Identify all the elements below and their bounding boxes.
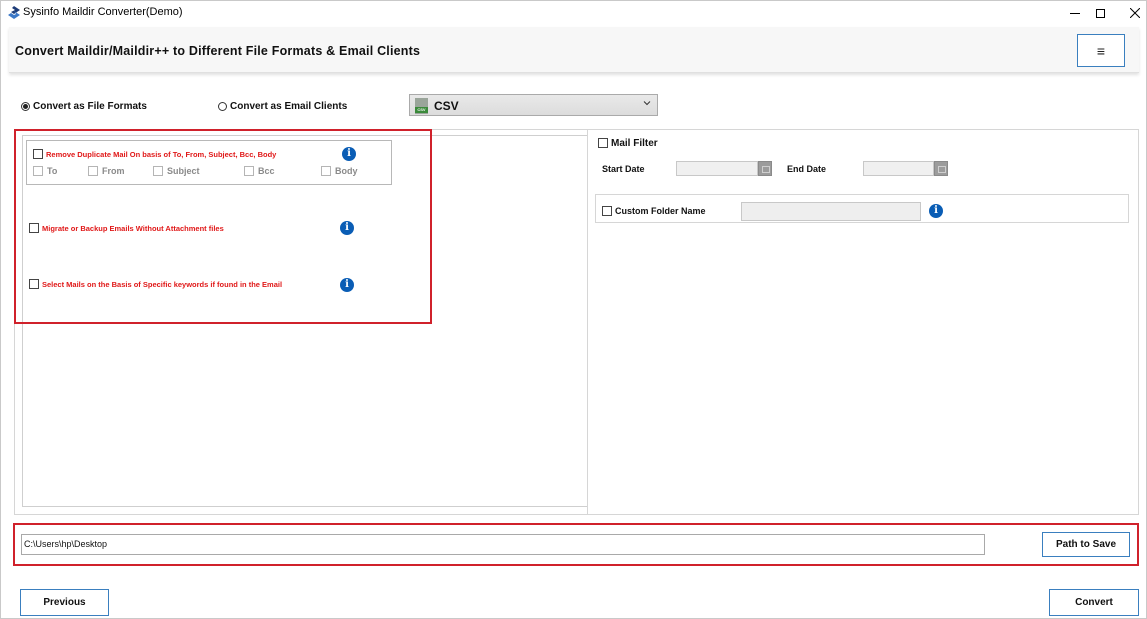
format-dropdown-value: CSV (434, 99, 459, 113)
radio-button-selected[interactable] (21, 102, 30, 111)
save-path-input[interactable]: C:\Users\hp\Desktop (21, 534, 985, 555)
start-date-field[interactable] (676, 161, 758, 176)
chevron-down-icon (643, 101, 651, 106)
close-button[interactable] (1117, 1, 1147, 25)
custom-folder-checkbox[interactable] (602, 206, 612, 216)
end-date-label: End Date (787, 164, 827, 174)
hamburger-icon: ≡ (1096, 42, 1106, 59)
calendar-icon[interactable] (934, 161, 948, 176)
maximize-button[interactable] (1082, 1, 1118, 25)
convert-button[interactable]: Convert (1049, 589, 1139, 616)
filter-panel (587, 130, 1138, 514)
close-icon (1130, 8, 1140, 18)
radio-button[interactable] (218, 102, 227, 111)
options-highlight-box (14, 129, 432, 324)
mail-filter-label: Mail Filter (611, 138, 658, 149)
title-bar: Sysinfo Maildir Converter(Demo) (1, 1, 1146, 25)
csv-file-icon: CSV (415, 98, 428, 114)
calendar-icon[interactable] (758, 161, 772, 176)
menu-button[interactable]: ≡ (1077, 34, 1125, 67)
custom-folder-input[interactable] (741, 202, 921, 221)
maximize-icon (1095, 8, 1105, 18)
app-header: Convert Maildir/Maildir++ to Different F… (9, 27, 1139, 73)
custom-folder-label: Custom Folder Name (615, 206, 706, 216)
path-to-save-button[interactable]: Path to Save (1042, 532, 1130, 557)
file-formats-label: Convert as File Formats (33, 101, 147, 112)
start-date-label: Start Date (602, 164, 645, 174)
page-title: Convert Maildir/Maildir++ to Different F… (15, 44, 421, 58)
minimize-icon (1070, 12, 1080, 14)
info-icon[interactable]: i (929, 204, 943, 218)
convert-as-file-formats-radio[interactable]: Convert as File Formats (21, 101, 147, 112)
previous-button[interactable]: Previous (20, 589, 109, 616)
email-clients-label: Convert as Email Clients (230, 101, 348, 112)
app-window: Sysinfo Maildir Converter(Demo) Convert … (0, 0, 1147, 619)
end-date-field[interactable] (863, 161, 934, 176)
format-dropdown[interactable]: CSV CSV (409, 94, 658, 116)
window-title: Sysinfo Maildir Converter(Demo) (23, 6, 183, 18)
app-logo-icon (8, 6, 20, 19)
convert-as-email-clients-radio[interactable]: Convert as Email Clients (218, 101, 347, 112)
mail-filter-checkbox[interactable] (598, 138, 608, 148)
